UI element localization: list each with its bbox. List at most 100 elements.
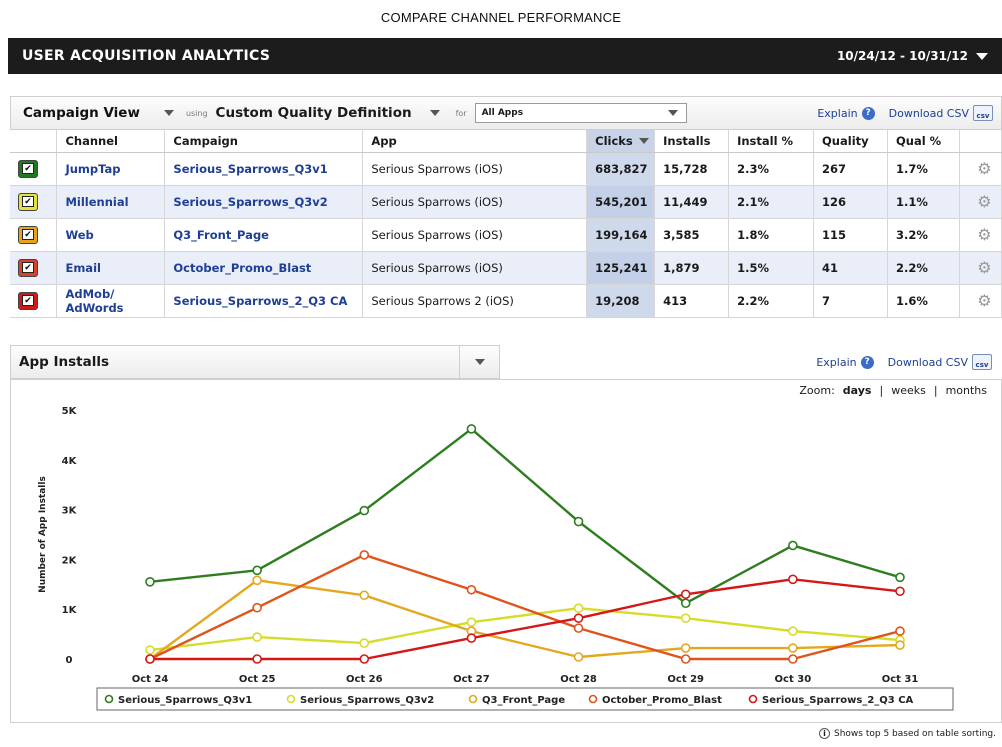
clicks-value: 545,201 [595,194,648,209]
campaign-value[interactable]: Serious_Sparrows_Q3v1 [173,162,327,176]
gear-icon[interactable]: ⚙ [968,225,1001,244]
app-value: Serious Sparrows (iOS) [371,194,503,209]
column-header-installs[interactable]: Installs [654,130,730,153]
legend-label: Serious_Sparrows_Q3v1 [118,695,252,706]
channel-value[interactable]: JumpTap [65,162,120,176]
chart-explain-link[interactable]: Explain ? [816,355,874,369]
sort-desc-icon [638,138,649,145]
legend-marker [588,694,598,704]
column-header-qual-pct[interactable]: Qual % [887,130,960,153]
column-header-install-pct[interactable]: Install % [728,130,815,153]
cell-install-pct: 1.8% [728,218,815,252]
cell-channel: JumpTap [56,152,166,186]
data-point [145,577,155,587]
gear-icon[interactable]: ⚙ [968,192,1001,211]
legend-marker [748,694,758,704]
cell-channel: Email [56,251,166,285]
data-point [466,424,477,434]
row-checkbox-cell: ✔ [10,251,58,285]
campaign-value[interactable]: Serious_Sparrows_2_Q3 CA [173,294,347,308]
row-checkbox[interactable]: ✔ [18,192,38,211]
channel-value[interactable]: Email [65,261,100,275]
channel-value[interactable]: Web [65,228,93,242]
cell-app: Serious Sparrows 2 (iOS) [362,284,588,318]
footnote-text: Shows top 5 based on table sorting. [834,728,996,739]
channel-value[interactable]: Millennial [65,195,128,209]
data-point [895,572,905,583]
cell-clicks: 199,164 [586,218,656,252]
chart-download-csv-link[interactable]: Download CSV csv [888,354,992,370]
cell-campaign: Serious_Sparrows_Q3v1 [164,152,364,186]
cell-channel: Millennial [56,185,166,219]
y-tick-label: 3K [62,506,78,517]
cell-quality: 126 [813,185,888,219]
data-point [788,654,798,664]
gear-icon[interactable]: ⚙ [968,258,1001,277]
column-header-quality[interactable]: Quality [813,130,888,153]
cell-campaign: October_Promo_Blast [164,251,364,285]
row-settings-cell: ⚙ [959,284,1002,318]
cell-clicks: 683,827 [586,152,656,186]
cell-installs: 413 [654,284,730,318]
data-point [680,654,691,664]
cell-quality: 115 [813,218,888,252]
cell-app: Serious Sparrows (iOS) [362,185,588,219]
qual-pct-value: 1.7% [896,161,928,176]
column-header-campaign[interactable]: Campaign [164,130,364,153]
metric-dropdown-button[interactable] [459,345,499,379]
using-label: using [185,108,208,118]
app-installs-selector[interactable]: App Installs [10,345,500,379]
data-point [573,613,584,623]
table-row[interactable]: ✔ Web Q3_Front_Page Serious Sparrows (iOS) 1… [10,218,1002,252]
column-header-channel[interactable]: Channel [56,130,166,153]
data-point [252,565,262,576]
data-point [680,613,691,623]
qual-pct-value: 3.2% [896,227,928,242]
row-checkbox[interactable]: ✔ [18,291,38,310]
campaign-view-dropdown-icon[interactable] [163,110,174,116]
date-range-picker[interactable]: 10/24/12 - 10/31/12 [837,49,988,63]
channel-value[interactable]: AdMob/ AdWords [65,287,123,315]
campaign-value[interactable]: October_Promo_Blast [173,261,311,275]
column-header-app[interactable]: App [362,130,588,153]
installs-value: 3,585 [663,227,700,242]
cell-campaign: Serious_Sparrows_Q3v2 [164,185,364,219]
table-row[interactable]: ✔ Email October_Promo_Blast Serious Sparrow… [10,251,1002,285]
gear-icon[interactable]: ⚙ [968,159,1001,178]
campaign-value[interactable]: Serious_Sparrows_Q3v2 [173,195,327,209]
chart-explain-label: Explain [816,355,857,369]
cell-clicks: 545,201 [586,185,656,219]
row-checkbox[interactable]: ✔ [18,258,38,277]
cell-clicks: 19,208 [586,284,656,318]
table-row[interactable]: ✔ JumpTap Serious_Sparrows_Q3v1 Serious Spa… [10,152,1002,186]
row-settings-cell: ⚙ [959,152,1002,186]
table-row[interactable]: ✔ Millennial Serious_Sparrows_Q3v2 Serious … [10,185,1002,219]
gear-icon[interactable]: ⚙ [968,291,1001,310]
clicks-value: 125,241 [595,260,648,275]
data-point [145,645,155,655]
cell-qual-pct: 3.2% [887,218,960,252]
y-tick-label: 2K [62,555,78,566]
checkmark-icon: ✔ [22,196,34,207]
table-row[interactable]: ✔ AdMob/ AdWords Serious_Sparrows_2_Q3 CA S… [10,284,1002,318]
clicks-value: 19,208 [595,293,640,308]
cell-app: Serious Sparrows (iOS) [362,251,588,285]
legend-label: Serious_Sparrows_Q3v2 [300,695,434,706]
data-point [895,586,905,597]
app-filter-select[interactable]: All Apps [474,103,687,123]
column-header-clicks[interactable]: Clicks [586,130,656,153]
install-pct-value: 1.8% [737,227,769,242]
cell-installs: 11,449 [654,185,730,219]
explain-link[interactable]: Explain ? [817,106,875,120]
row-checkbox[interactable]: ✔ [18,159,38,178]
row-checkbox[interactable]: ✔ [18,225,38,244]
data-point [252,632,262,642]
app-installs-title: App Installs [19,354,109,370]
download-csv-link[interactable]: Download CSV csv [889,105,993,121]
data-point [788,540,798,551]
installs-value: 11,449 [663,194,708,209]
x-tick-label: Oct 25 [239,674,276,685]
quality-definition-dropdown-icon[interactable] [429,110,440,116]
legend-label: October_Promo_Blast [602,695,722,706]
campaign-value[interactable]: Q3_Front_Page [173,228,269,242]
